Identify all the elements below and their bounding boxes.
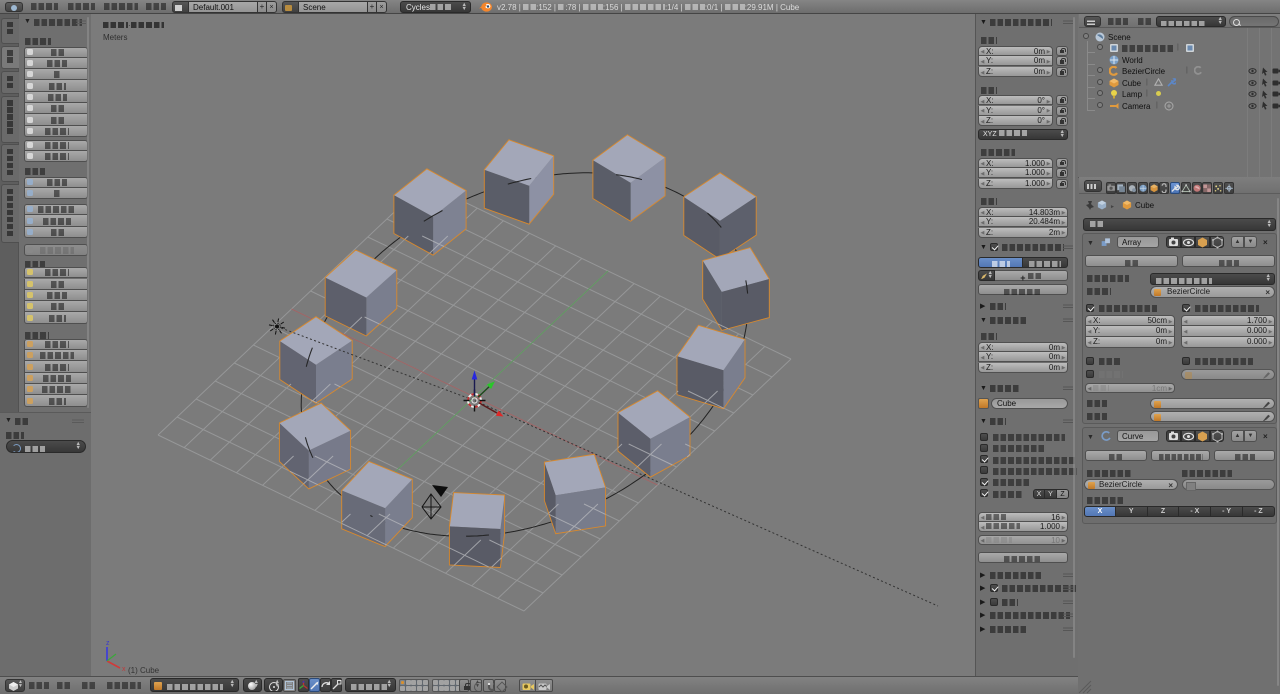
svg-text:z: z bbox=[106, 640, 110, 647]
svg-text:x: x bbox=[122, 666, 126, 673]
